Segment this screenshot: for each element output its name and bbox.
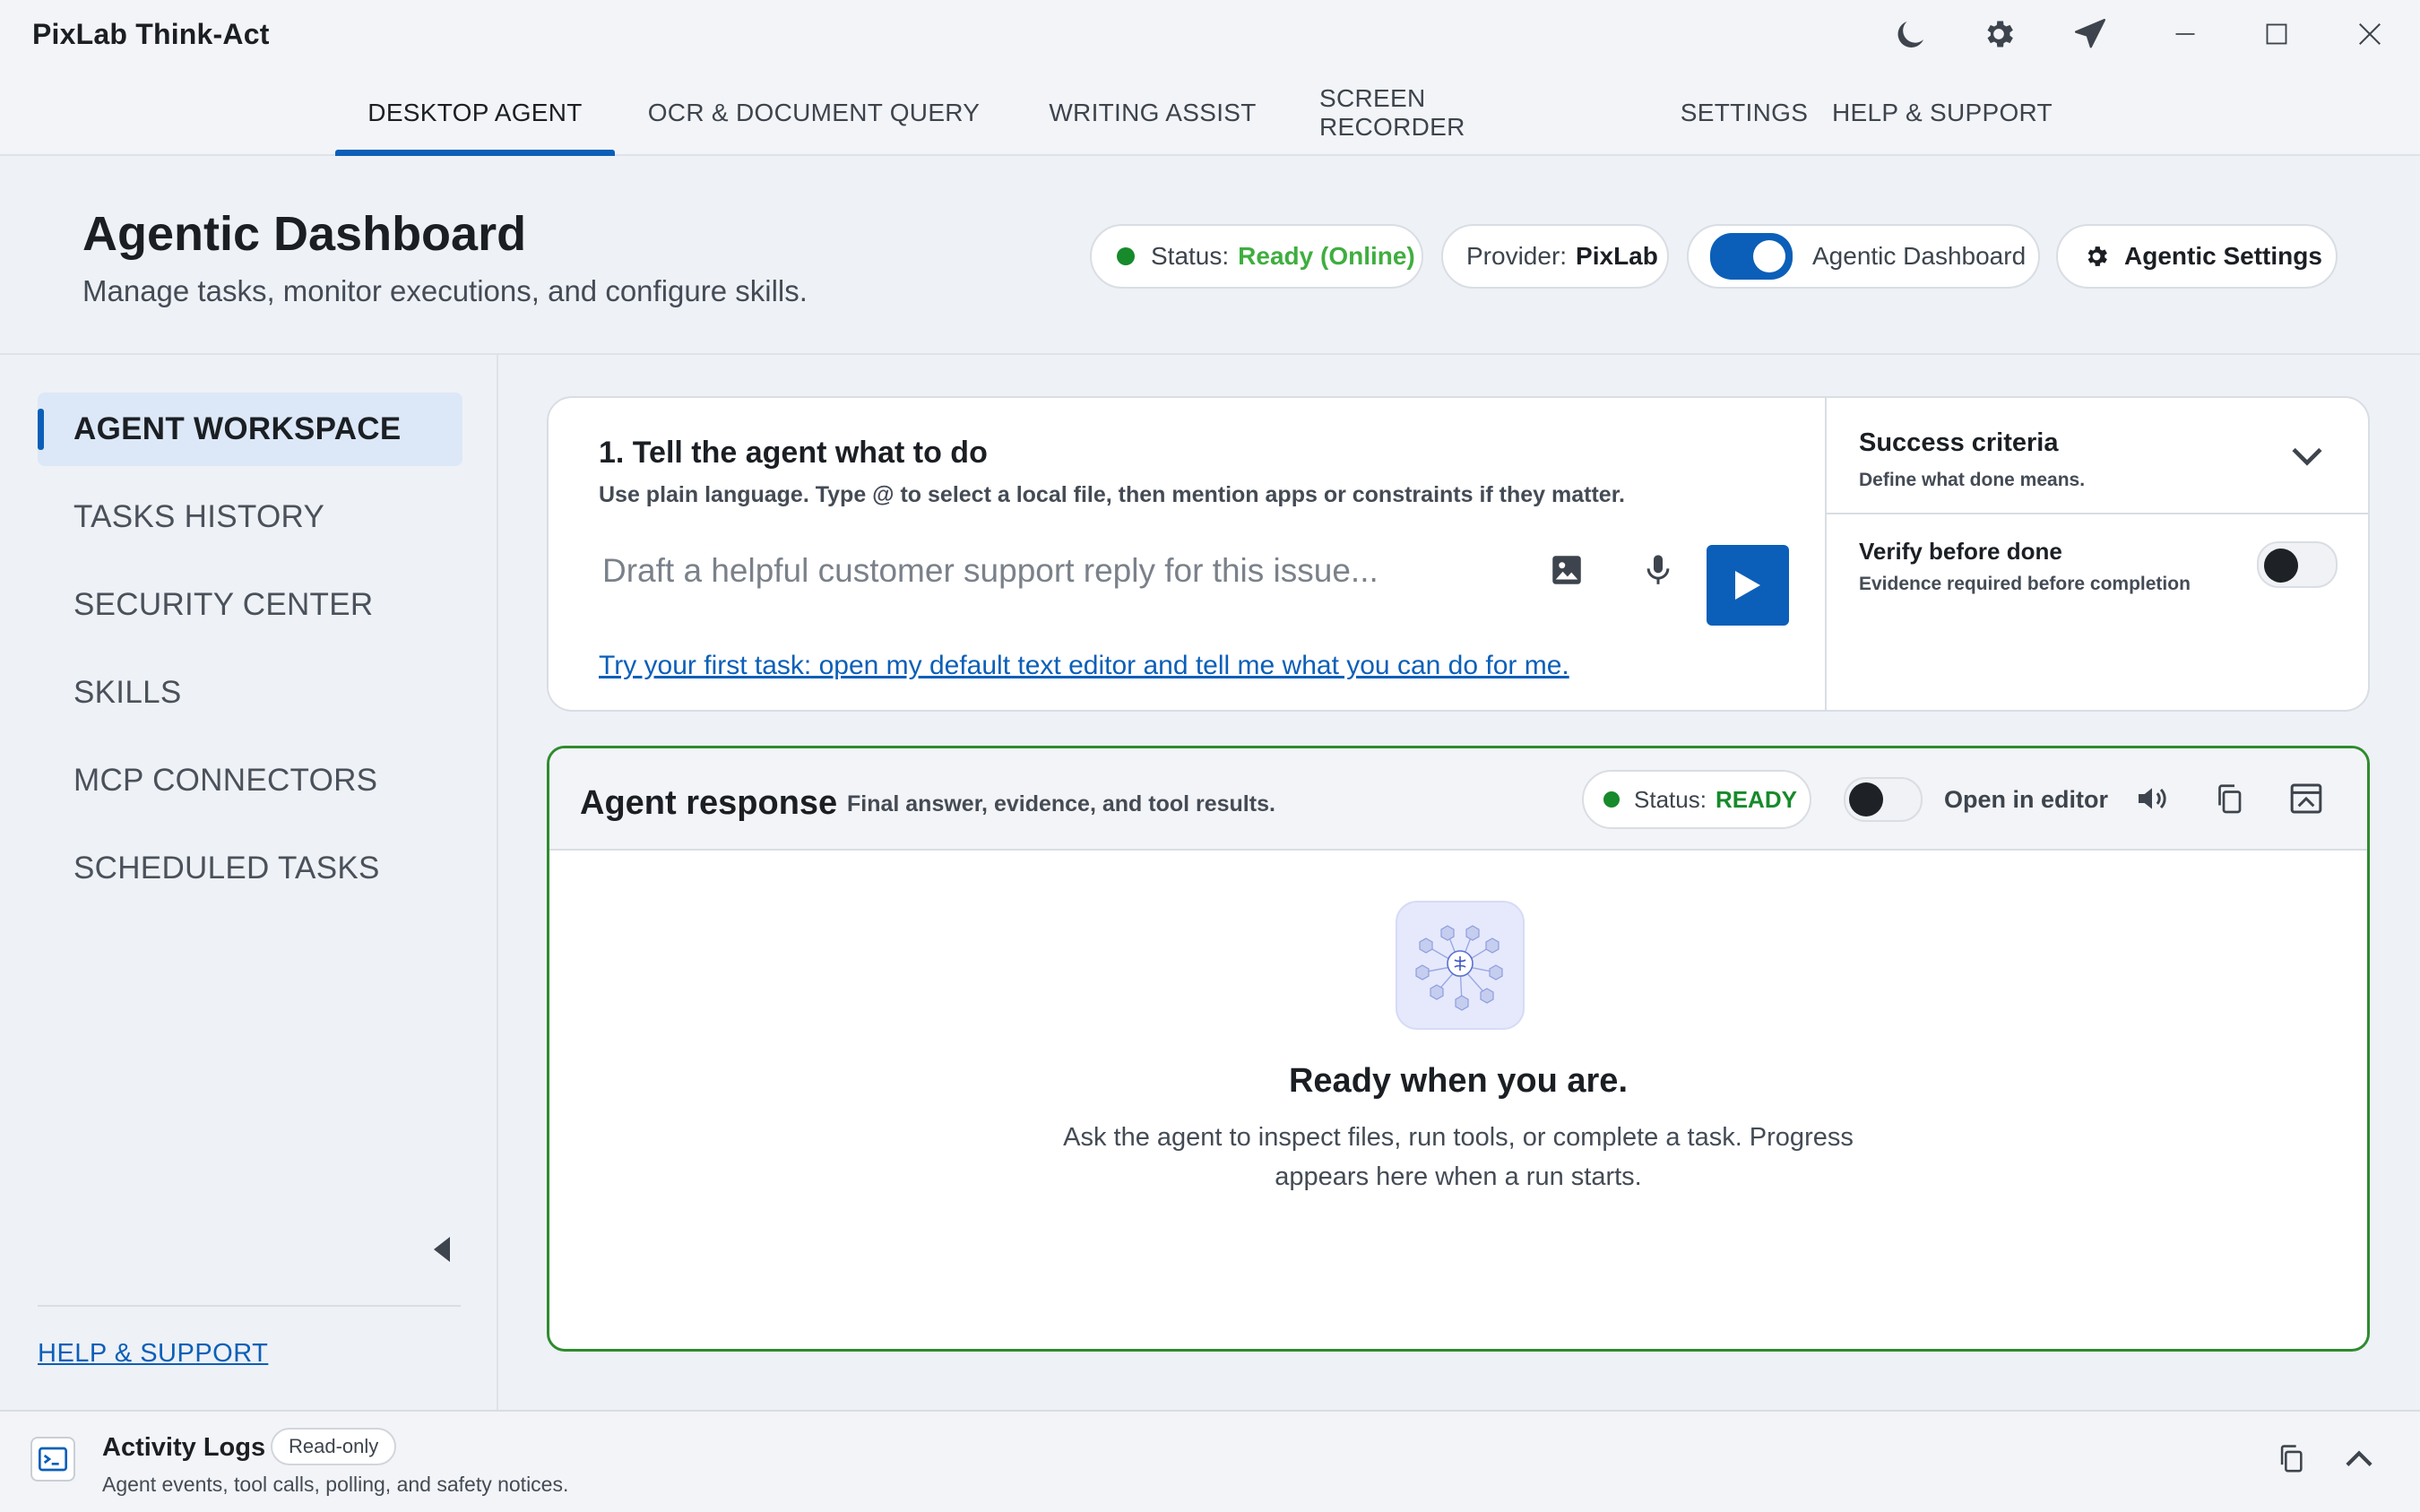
minimize-icon[interactable] bbox=[2158, 7, 2212, 61]
response-header: Agent response Final answer, evidence, a… bbox=[549, 748, 2367, 851]
status-value: READY bbox=[1715, 785, 1797, 813]
agentic-dashboard-toggle-pill: Agentic Dashboard bbox=[1687, 224, 2040, 289]
toggle-knob bbox=[1849, 782, 1883, 816]
status-label: Status: bbox=[1151, 242, 1230, 270]
copy-icon[interactable] bbox=[2202, 772, 2256, 825]
tab-ocr-document-query[interactable]: OCR & DOCUMENT QUERY bbox=[642, 70, 986, 156]
activity-logs-bar: Activity Logs Read-only Agent events, to… bbox=[0, 1410, 2420, 1512]
gear-icon[interactable] bbox=[1972, 7, 2026, 61]
toggle-knob bbox=[2264, 549, 2298, 583]
task-input[interactable] bbox=[584, 531, 1499, 611]
app-title: PixLab Think-Act bbox=[32, 18, 270, 50]
status-label: Status: bbox=[1634, 785, 1707, 813]
provider-pill: Provider: PixLab bbox=[1441, 224, 1669, 289]
page-header: Agentic Dashboard Manage tasks, monitor … bbox=[0, 156, 2420, 355]
sidebar-item-label: MCP CONNECTORS bbox=[73, 763, 378, 798]
success-criteria-subtitle: Define what done means. bbox=[1859, 470, 2086, 490]
toggle-label: Agentic Dashboard bbox=[1812, 242, 2027, 270]
chevron-up-icon[interactable] bbox=[2332, 1431, 2386, 1485]
status-pill: Status: Ready (Online) bbox=[1090, 224, 1423, 289]
run-task-button[interactable] bbox=[1707, 545, 1789, 626]
provider-value: PixLab bbox=[1576, 242, 1658, 270]
play-icon bbox=[1735, 571, 1760, 600]
tab-desktop-agent[interactable]: DESKTOP AGENT bbox=[335, 70, 615, 156]
success-criteria-title: Success criteria bbox=[1859, 428, 2059, 457]
verify-subtitle: Evidence required before completion bbox=[1859, 574, 2191, 594]
terminal-icon bbox=[30, 1437, 75, 1482]
verify-title: Verify before done bbox=[1859, 538, 2062, 565]
agent-response-card: Agent response Final answer, evidence, a… bbox=[547, 746, 2370, 1352]
response-title: Agent response bbox=[580, 784, 838, 822]
empty-state-title: Ready when you are. bbox=[1288, 1062, 1628, 1100]
open-panel-icon[interactable] bbox=[2279, 772, 2333, 825]
toggle-knob bbox=[1753, 240, 1785, 272]
task-card: 1. Tell the agent what to do Use plain l… bbox=[547, 396, 2370, 712]
sidebar-item-security-center[interactable]: SECURITY CENTER bbox=[38, 568, 462, 642]
agent-network-illustration bbox=[1396, 901, 1525, 1030]
activity-logs-title: Activity Logs bbox=[102, 1433, 266, 1462]
moon-icon[interactable] bbox=[1884, 7, 1938, 61]
criteria-divider bbox=[1827, 513, 2368, 514]
title-bar: PixLab Think-Act bbox=[0, 0, 2420, 70]
sidebar-item-tasks-history[interactable]: TASKS HISTORY bbox=[38, 480, 462, 554]
sidebar-help-link[interactable]: HELP & SUPPORT bbox=[38, 1339, 268, 1369]
sidebar-item-label: SECURITY CENTER bbox=[73, 587, 374, 622]
sidebar-item-scheduled-tasks[interactable]: SCHEDULED TASKS bbox=[38, 832, 462, 905]
first-task-link[interactable]: Try your first task: open my default tex… bbox=[599, 651, 1569, 681]
agentic-settings-button[interactable]: Agentic Settings bbox=[2056, 224, 2338, 289]
chevron-down-icon[interactable] bbox=[2280, 436, 2334, 479]
sidebar: AGENT WORKSPACE TASKS HISTORY SECURITY C… bbox=[0, 355, 498, 1410]
response-description: Final answer, evidence, and tool results… bbox=[847, 791, 1275, 816]
task-heading: 1. Tell the agent what to do bbox=[599, 436, 988, 470]
card-divider bbox=[1825, 398, 1827, 710]
close-icon[interactable] bbox=[2343, 7, 2397, 61]
sidebar-item-mcp-connectors[interactable]: MCP CONNECTORS bbox=[38, 744, 462, 817]
copy-logs-icon[interactable] bbox=[2264, 1431, 2318, 1485]
sidebar-item-agent-workspace[interactable]: AGENT WORKSPACE bbox=[38, 393, 462, 466]
status-dot bbox=[1603, 791, 1620, 808]
activity-logs-description: Agent events, tool calls, polling, and s… bbox=[102, 1473, 569, 1496]
status-dot bbox=[1117, 247, 1135, 265]
settings-button-label: Agentic Settings bbox=[2124, 242, 2322, 270]
collapse-sidebar-icon[interactable] bbox=[423, 1230, 462, 1269]
response-status-pill: Status: READY bbox=[1582, 770, 1811, 829]
sidebar-item-label: AGENT WORKSPACE bbox=[73, 411, 402, 446]
main-tabs: DESKTOP AGENT OCR & DOCUMENT QUERY WRITI… bbox=[0, 70, 2420, 156]
open-in-editor-label: Open in editor bbox=[1944, 786, 2109, 813]
task-hint: Use plain language. Type @ to select a l… bbox=[599, 482, 1626, 507]
image-attach-icon[interactable] bbox=[1540, 543, 1594, 597]
tab-writing-assist[interactable]: WRITING ASSIST bbox=[1040, 70, 1266, 156]
speaker-icon[interactable] bbox=[2125, 772, 2179, 825]
microphone-icon[interactable] bbox=[1631, 543, 1685, 597]
verify-toggle[interactable] bbox=[2257, 541, 2338, 588]
sidebar-item-label: SCHEDULED TASKS bbox=[73, 851, 380, 886]
active-tab-indicator bbox=[335, 150, 615, 156]
provider-label: Provider: bbox=[1466, 242, 1568, 270]
agentic-dashboard-toggle[interactable] bbox=[1710, 233, 1793, 280]
paper-plane-icon[interactable] bbox=[2063, 7, 2117, 61]
sidebar-item-label: TASKS HISTORY bbox=[73, 499, 325, 534]
tab-screen-recorder[interactable]: SCREEN RECORDER bbox=[1319, 70, 1572, 156]
page-title: Agentic Dashboard bbox=[82, 207, 527, 261]
read-only-badge: Read-only bbox=[271, 1428, 397, 1465]
settings-gear-icon bbox=[2083, 243, 2110, 270]
tab-settings[interactable]: SETTINGS bbox=[1671, 70, 1818, 156]
sidebar-divider bbox=[38, 1305, 461, 1307]
sidebar-item-skills[interactable]: SKILLS bbox=[38, 656, 462, 730]
status-value: Ready (Online) bbox=[1238, 242, 1415, 270]
active-item-indicator bbox=[38, 409, 44, 450]
tab-help-support[interactable]: HELP & SUPPORT bbox=[1830, 70, 2054, 156]
page-subtitle: Manage tasks, monitor executions, and co… bbox=[82, 274, 808, 307]
maximize-icon[interactable] bbox=[2250, 7, 2303, 61]
open-in-editor-toggle[interactable] bbox=[1844, 777, 1923, 822]
sidebar-item-label: SKILLS bbox=[73, 675, 182, 710]
empty-state-text: Ask the agent to inspect files, run tool… bbox=[1063, 1123, 1854, 1191]
